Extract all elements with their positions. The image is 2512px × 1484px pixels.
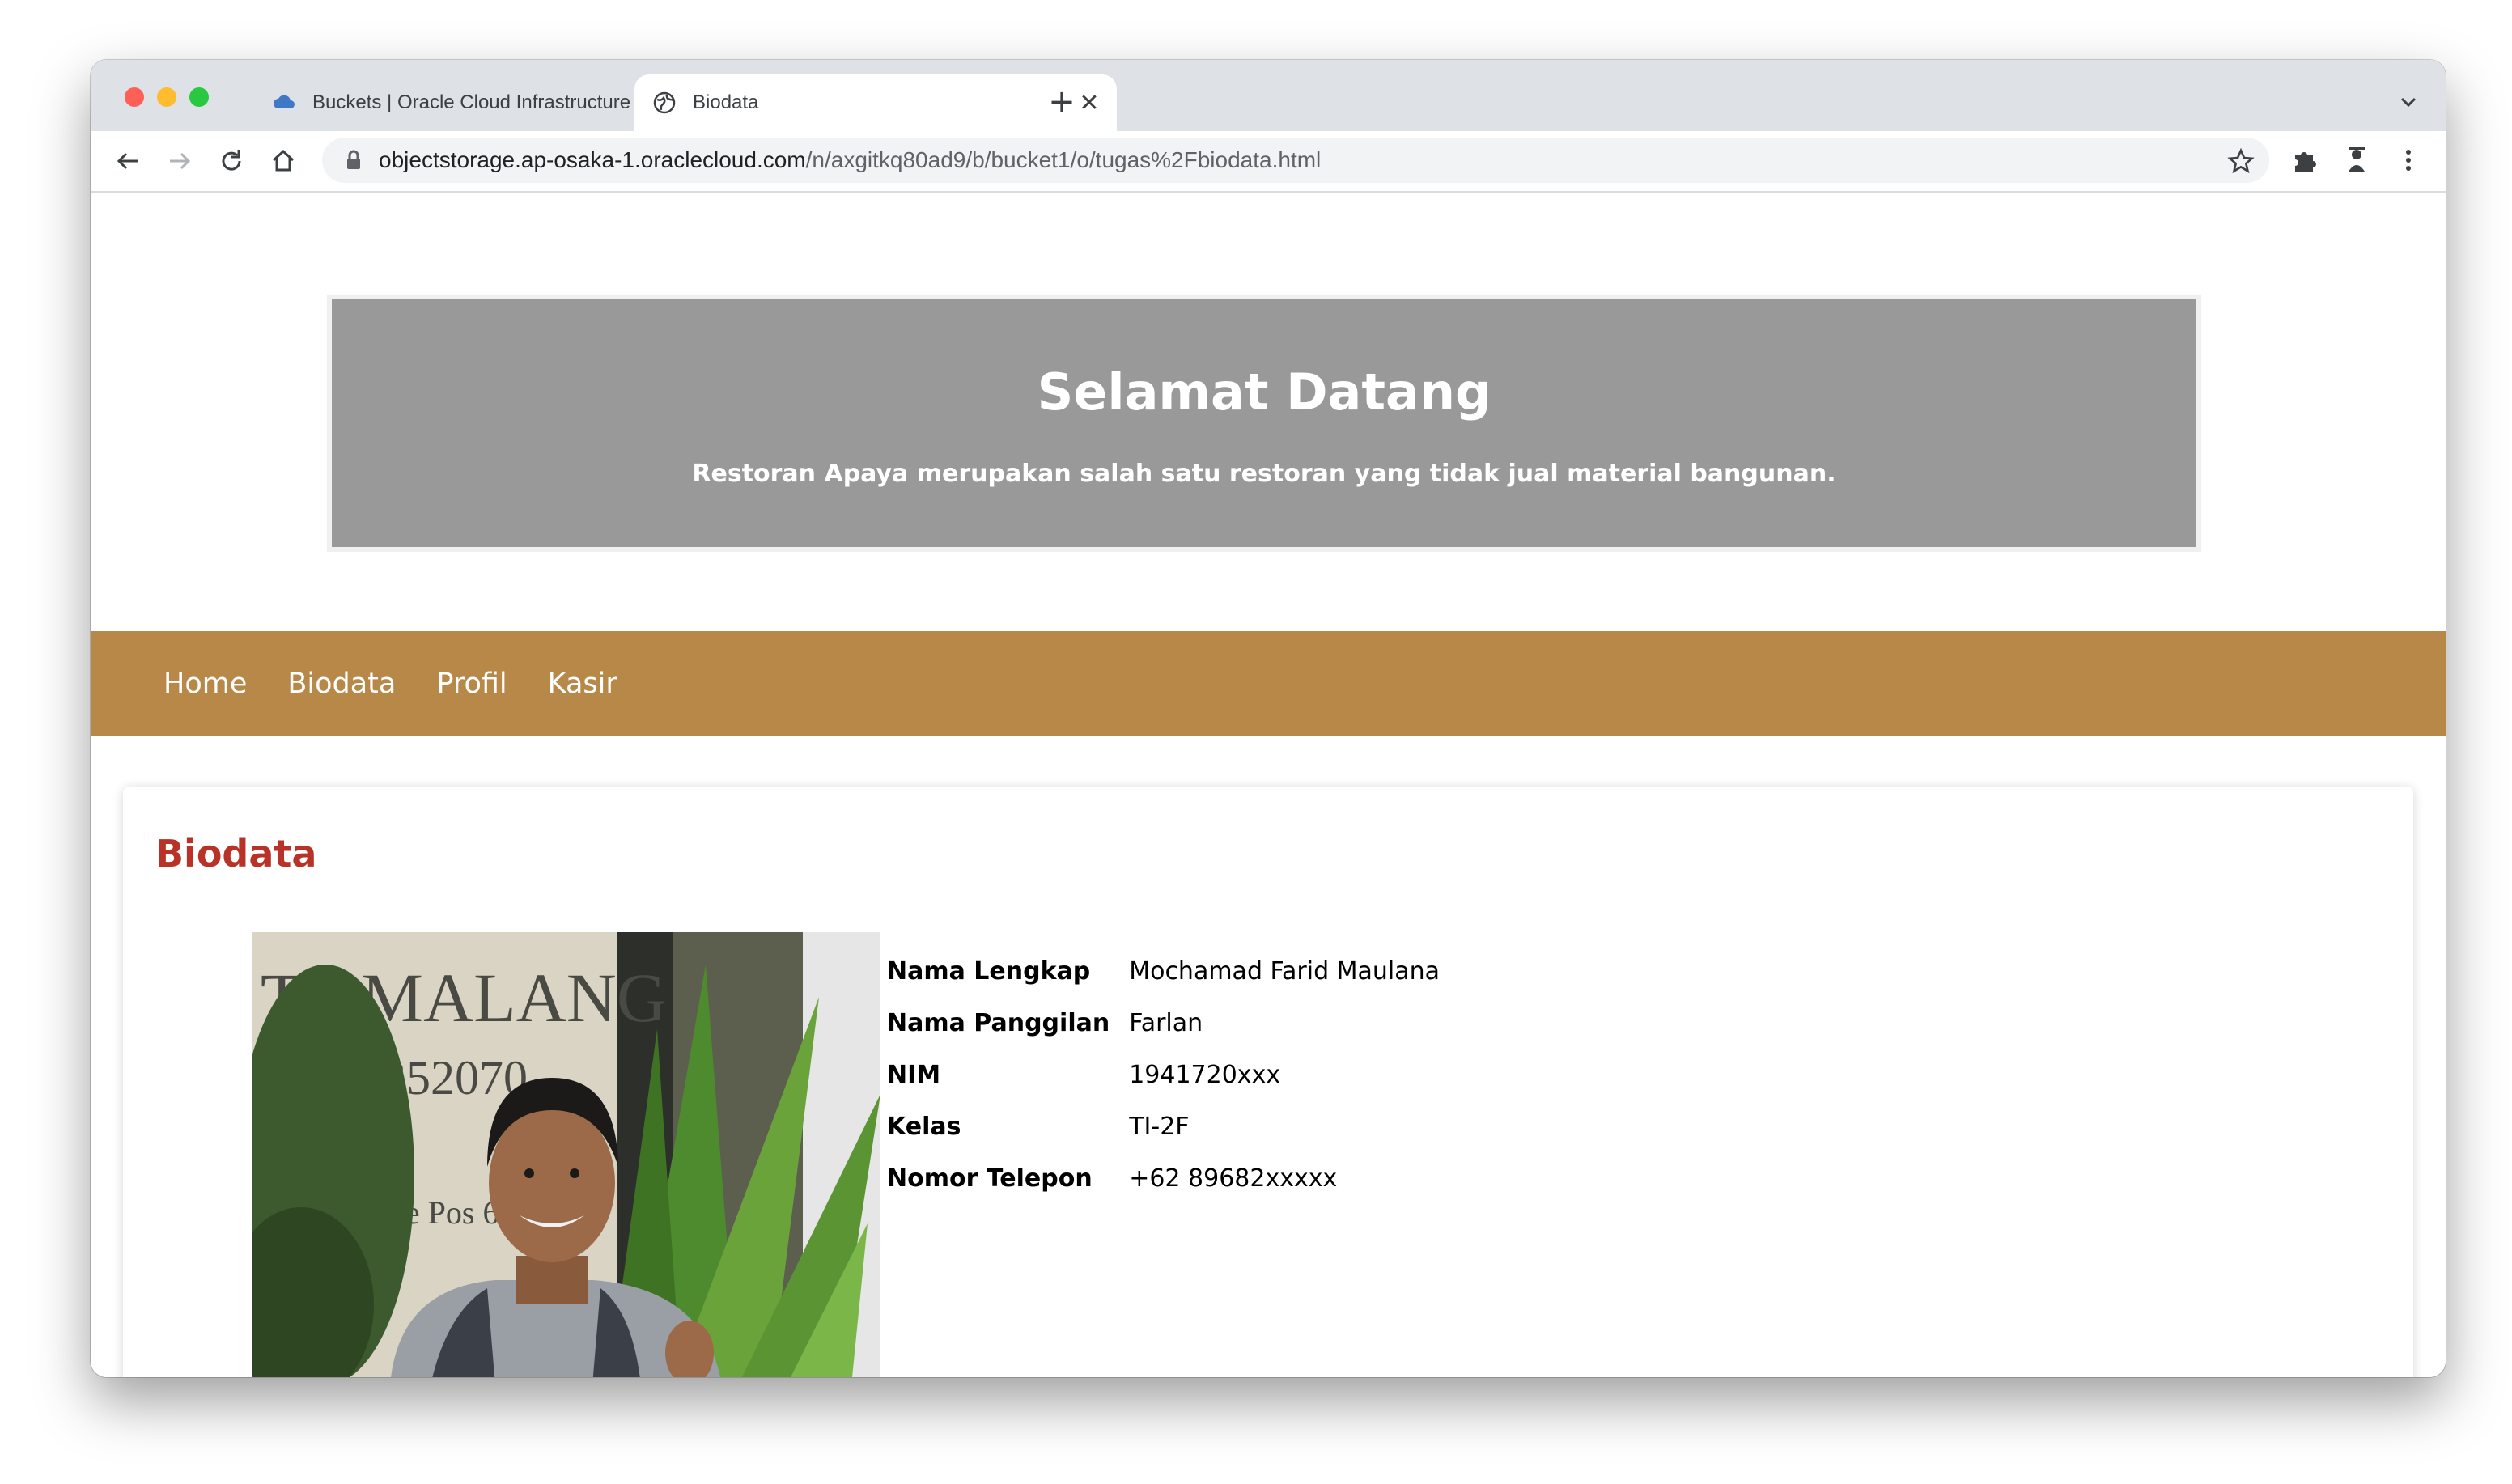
field-label: Kelas bbox=[887, 1112, 961, 1141]
table-row: Kelas TI-2F bbox=[887, 1100, 1459, 1152]
biodata-heading: Biodata bbox=[155, 832, 317, 876]
table-row: NIM 1941720xxx bbox=[887, 1049, 1459, 1100]
field-value: 1941720xxx bbox=[1129, 1060, 1281, 1089]
field-value: Mochamad Farid Maulana bbox=[1129, 956, 1441, 986]
page-viewport: Selamat Datang Restoran Apaya merupakan … bbox=[91, 193, 2446, 1377]
field-value: +62 89682xxxxx bbox=[1129, 1164, 1338, 1193]
biodata-table: Nama Lengkap Mochamad Farid Maulana Nama… bbox=[887, 945, 1459, 1204]
main-nav: Home Biodata Profil Kasir bbox=[91, 631, 2446, 736]
field-value: TI-2F bbox=[1129, 1112, 1190, 1141]
field-value: Farlan bbox=[1129, 1008, 1203, 1037]
forward-icon[interactable] bbox=[163, 145, 196, 177]
nav-biodata[interactable]: Biodata bbox=[287, 668, 396, 700]
nav-kasir[interactable]: Kasir bbox=[548, 668, 617, 700]
more-menu-icon[interactable] bbox=[2392, 144, 2425, 176]
tab-title: Biodata bbox=[693, 91, 759, 113]
tab-title: Buckets | Oracle Cloud Infrastructure bbox=[312, 91, 631, 113]
table-row: Nama Panggilan Farlan bbox=[887, 997, 1459, 1049]
field-label: Nomor Telepon bbox=[887, 1164, 1093, 1193]
table-row: Nama Lengkap Mochamad Farid Maulana bbox=[887, 945, 1459, 997]
minimize-window-button[interactable] bbox=[157, 87, 176, 107]
browser-window: Buckets | Oracle Cloud Infrastructure ✕ … bbox=[91, 60, 2446, 1377]
profile-photo: TA MALANG 352070 Kode Pos 65119 bbox=[252, 932, 880, 1377]
welcome-title: Selamat Datang bbox=[1037, 363, 1492, 422]
biodata-card: Biodata TA MALANG 352070 Kode Pos 65119 bbox=[123, 787, 2413, 1377]
field-label: NIM bbox=[887, 1060, 941, 1089]
address-bar[interactable]: objectstorage.ap-osaka-1.oraclecloud.com… bbox=[322, 138, 2269, 183]
back-icon[interactable] bbox=[112, 145, 144, 177]
maximize-window-button[interactable] bbox=[189, 87, 209, 107]
chevron-down-icon[interactable] bbox=[2392, 86, 2425, 118]
field-label: Nama Panggilan bbox=[887, 1008, 1110, 1037]
nav-home[interactable]: Home bbox=[163, 668, 247, 700]
close-window-button[interactable] bbox=[125, 87, 144, 107]
welcome-banner: Selamat Datang Restoran Apaya merupakan … bbox=[327, 295, 2201, 552]
field-label: Nama Lengkap bbox=[887, 956, 1091, 986]
welcome-subtitle: Restoran Apaya merupakan salah satu rest… bbox=[692, 460, 1836, 488]
globe-icon bbox=[653, 91, 676, 114]
tab-strip: Buckets | Oracle Cloud Infrastructure ✕ … bbox=[91, 60, 2446, 131]
extension-icon[interactable] bbox=[2340, 144, 2373, 176]
home-icon[interactable] bbox=[267, 145, 299, 177]
new-tab-button[interactable]: + bbox=[1044, 84, 1080, 120]
extensions-puzzle-icon[interactable] bbox=[2289, 144, 2321, 176]
browser-toolbar: objectstorage.ap-osaka-1.oraclecloud.com… bbox=[91, 131, 2446, 193]
url-host: objectstorage.ap-osaka-1.oraclecloud.com bbox=[379, 147, 806, 172]
reload-icon[interactable] bbox=[215, 145, 248, 177]
lock-icon[interactable] bbox=[342, 148, 366, 172]
table-row: Nomor Telepon +62 89682xxxxx bbox=[887, 1152, 1459, 1204]
url-path: /n/axgitkq80ad9/b/bucket1/o/tugas%2Fbiod… bbox=[805, 147, 1322, 172]
profile-photo-illustration: TA MALANG 352070 Kode Pos 65119 bbox=[252, 932, 880, 1377]
nav-profil[interactable]: Profil bbox=[436, 668, 507, 700]
cloud-icon bbox=[274, 95, 295, 108]
bookmark-star-icon[interactable] bbox=[2227, 147, 2255, 175]
